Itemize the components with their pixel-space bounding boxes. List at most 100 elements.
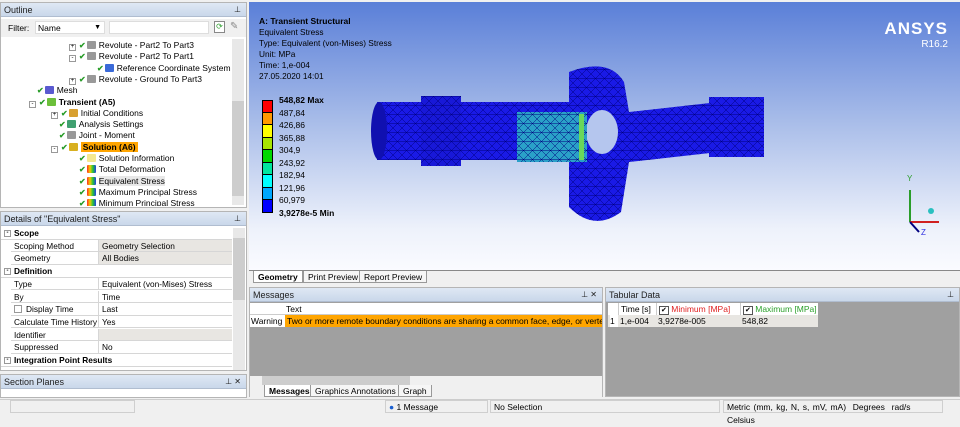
details-scrollbar[interactable] (233, 228, 245, 370)
details-row[interactable]: Suppressed No (11, 341, 232, 354)
tree-item[interactable]: ✔ Analysis Settings (59, 119, 143, 130)
details-row[interactable]: Calculate Time History Yes (11, 315, 232, 329)
tree-item-label: Joint - Moment (78, 130, 135, 141)
collapse-icon[interactable]: - (4, 357, 11, 364)
tab-graph[interactable]: Graph (398, 385, 432, 397)
result-icon (86, 199, 96, 206)
legend-label: 3,9278e-5 Min (279, 207, 335, 218)
transient-icon (46, 97, 56, 106)
tree-item[interactable]: + ✔ Revolute - Ground To Part3 (69, 74, 202, 85)
checkbox[interactable]: ✔ (659, 306, 669, 315)
tree-item[interactable]: ✔ Maximum Principal Stress (79, 187, 197, 198)
status-units[interactable]: Metric (mm, kg, N, s, mV, mA) Degrees ra… (723, 400, 943, 425)
collapse-icon[interactable]: - (69, 55, 76, 63)
tree-item[interactable]: - ✔ Solution (A6) (51, 141, 138, 153)
collapse-icon[interactable]: - (4, 268, 11, 276)
tree-item[interactable]: ✔ Reference Coordinate System (97, 63, 231, 74)
expand-icon[interactable]: + (69, 44, 76, 51)
property-value[interactable]: All Bodies (98, 252, 232, 264)
tree-item[interactable]: + ✔ Initial Conditions (51, 108, 143, 119)
refresh-icon[interactable]: ⟳ (214, 21, 225, 33)
tabular-data-panel: Tabular Data ⊥ Time [s] ✔ Minimum [MPa] ✔… (605, 287, 960, 397)
outline-scrollbar[interactable] (232, 39, 244, 205)
collapse-icon[interactable]: - (29, 100, 36, 108)
checkbox[interactable] (14, 305, 22, 314)
messages-panel: Messages ⊥ ✕ Text Warning Two or more rem… (249, 287, 603, 397)
details-row[interactable]: Scoping Method Geometry Selection (11, 239, 232, 253)
pin-icon[interactable]: ⊥ (234, 3, 241, 17)
details-header: Details of "Equivalent Stress" ⊥ (1, 212, 246, 226)
status-check-icon: ✔ (79, 41, 86, 50)
tree-item[interactable]: ✔ Mesh (37, 85, 78, 96)
tree-item[interactable]: - ✔ Transient (A5) (29, 97, 115, 108)
collapse-icon[interactable]: - (51, 145, 58, 153)
triad[interactable] (909, 190, 939, 233)
tree-item[interactable]: ✔ Minimum Principal Stress (79, 198, 195, 206)
details-row[interactable]: Type Equivalent (von-Mises) Stress (11, 277, 232, 291)
legend-label: 304,9 (279, 145, 301, 155)
details-grid: - Scope Scoping Method Geometry Selection Ge… (1, 227, 233, 369)
collapse-icon[interactable]: - (4, 230, 11, 237)
tree-item[interactable]: ✔ Joint - Moment (59, 130, 135, 141)
tab-geometry[interactable]: Geometry (253, 271, 303, 283)
tree-item-label: Minimum Principal Stress (98, 198, 195, 206)
tree-item[interactable]: ✔ Equivalent Stress (79, 175, 165, 187)
graphics-viewport[interactable]: A: Transient Structural Equivalent Stres… (249, 2, 960, 270)
tree-item[interactable]: + ✔ Revolute - Part2 To Part3 (69, 40, 194, 51)
col-time[interactable]: Time [s] (618, 303, 656, 315)
property-value[interactable]: Yes (98, 315, 232, 328)
close-icon[interactable]: ⊥ ✕ (225, 375, 241, 389)
tab-report-preview[interactable]: Report Preview (359, 271, 428, 283)
close-icon[interactable]: ⊥ ✕ (581, 288, 597, 302)
details-row[interactable]: By Time (11, 290, 232, 304)
filter-input[interactable] (109, 21, 209, 34)
tree-item[interactable]: ✔ Total Deformation (79, 164, 165, 175)
legend-swatch (262, 200, 273, 213)
pin-icon[interactable]: ⊥ (947, 288, 954, 302)
column-header-text[interactable]: Text (286, 304, 302, 314)
status-messages[interactable]: ● 1 Message (385, 400, 488, 413)
tree-item[interactable]: ✔ Solution Information (79, 153, 174, 164)
property-name: Display Time (14, 303, 74, 316)
filter-dropdown[interactable]: Name ▼ (35, 21, 105, 34)
tab-messages[interactable]: Messages (264, 385, 315, 397)
tree-item-label: Maximum Principal Stress (98, 186, 197, 197)
checkbox[interactable]: ✔ (743, 306, 753, 315)
details-section[interactable]: - Definition (1, 265, 232, 278)
tab-print-preview[interactable]: Print Preview (303, 271, 364, 283)
legend-label: 60,979 (279, 195, 305, 205)
result-info-line: Equivalent Stress (259, 27, 324, 37)
status-check-icon: ✔ (79, 176, 86, 186)
pin-icon[interactable]: ⊥ (234, 212, 241, 226)
axis-y-label: Y (907, 174, 913, 183)
property-name: Scoping Method (14, 240, 74, 251)
joint-icon (86, 52, 96, 61)
status-check-icon: ✔ (97, 63, 104, 73)
table-row[interactable]: 1 1,e-004 3,9278e-005 548,82 (608, 315, 818, 327)
property-name: Suppressed (14, 342, 59, 353)
property-value[interactable]: Equivalent (von-Mises) Stress (98, 277, 232, 290)
expand-icon[interactable]: + (51, 111, 58, 119)
tree-item-label: Solution Information (98, 153, 175, 163)
message-row[interactable]: Warning Two or more remote boundary cond… (250, 315, 602, 327)
property-value[interactable]: Time (98, 290, 232, 303)
property-value[interactable]: Last (98, 303, 232, 315)
property-value[interactable]: No (98, 341, 232, 353)
coordinate-system-icon (104, 63, 114, 72)
status-empty (10, 400, 135, 413)
details-row[interactable]: Display Time Last (11, 303, 232, 316)
details-row[interactable]: Identifier (11, 328, 232, 342)
details-section[interactable]: - Scope (1, 227, 232, 240)
tab-graphics-annotations[interactable]: Graphics Annotations (310, 385, 401, 397)
status-check-icon: ✔ (79, 154, 86, 163)
details-section[interactable]: - Integration Point Results (1, 354, 232, 367)
clear-filter-icon[interactable]: ✎ (230, 21, 238, 32)
property-value[interactable]: Geometry Selection (98, 239, 232, 252)
details-row[interactable]: Geometry All Bodies (11, 252, 232, 265)
expand-icon[interactable]: + (69, 77, 76, 85)
legend-label: 182,94 (279, 170, 305, 180)
result-info-line: Time: 1,e-004 (259, 60, 310, 70)
property-value[interactable] (98, 328, 232, 341)
tree-item[interactable]: - ✔ Revolute - Part2 To Part1 (69, 51, 194, 63)
outline-tree: + ✔ Revolute - Part2 To Part3- ✔ Revolute - … (1, 38, 231, 206)
